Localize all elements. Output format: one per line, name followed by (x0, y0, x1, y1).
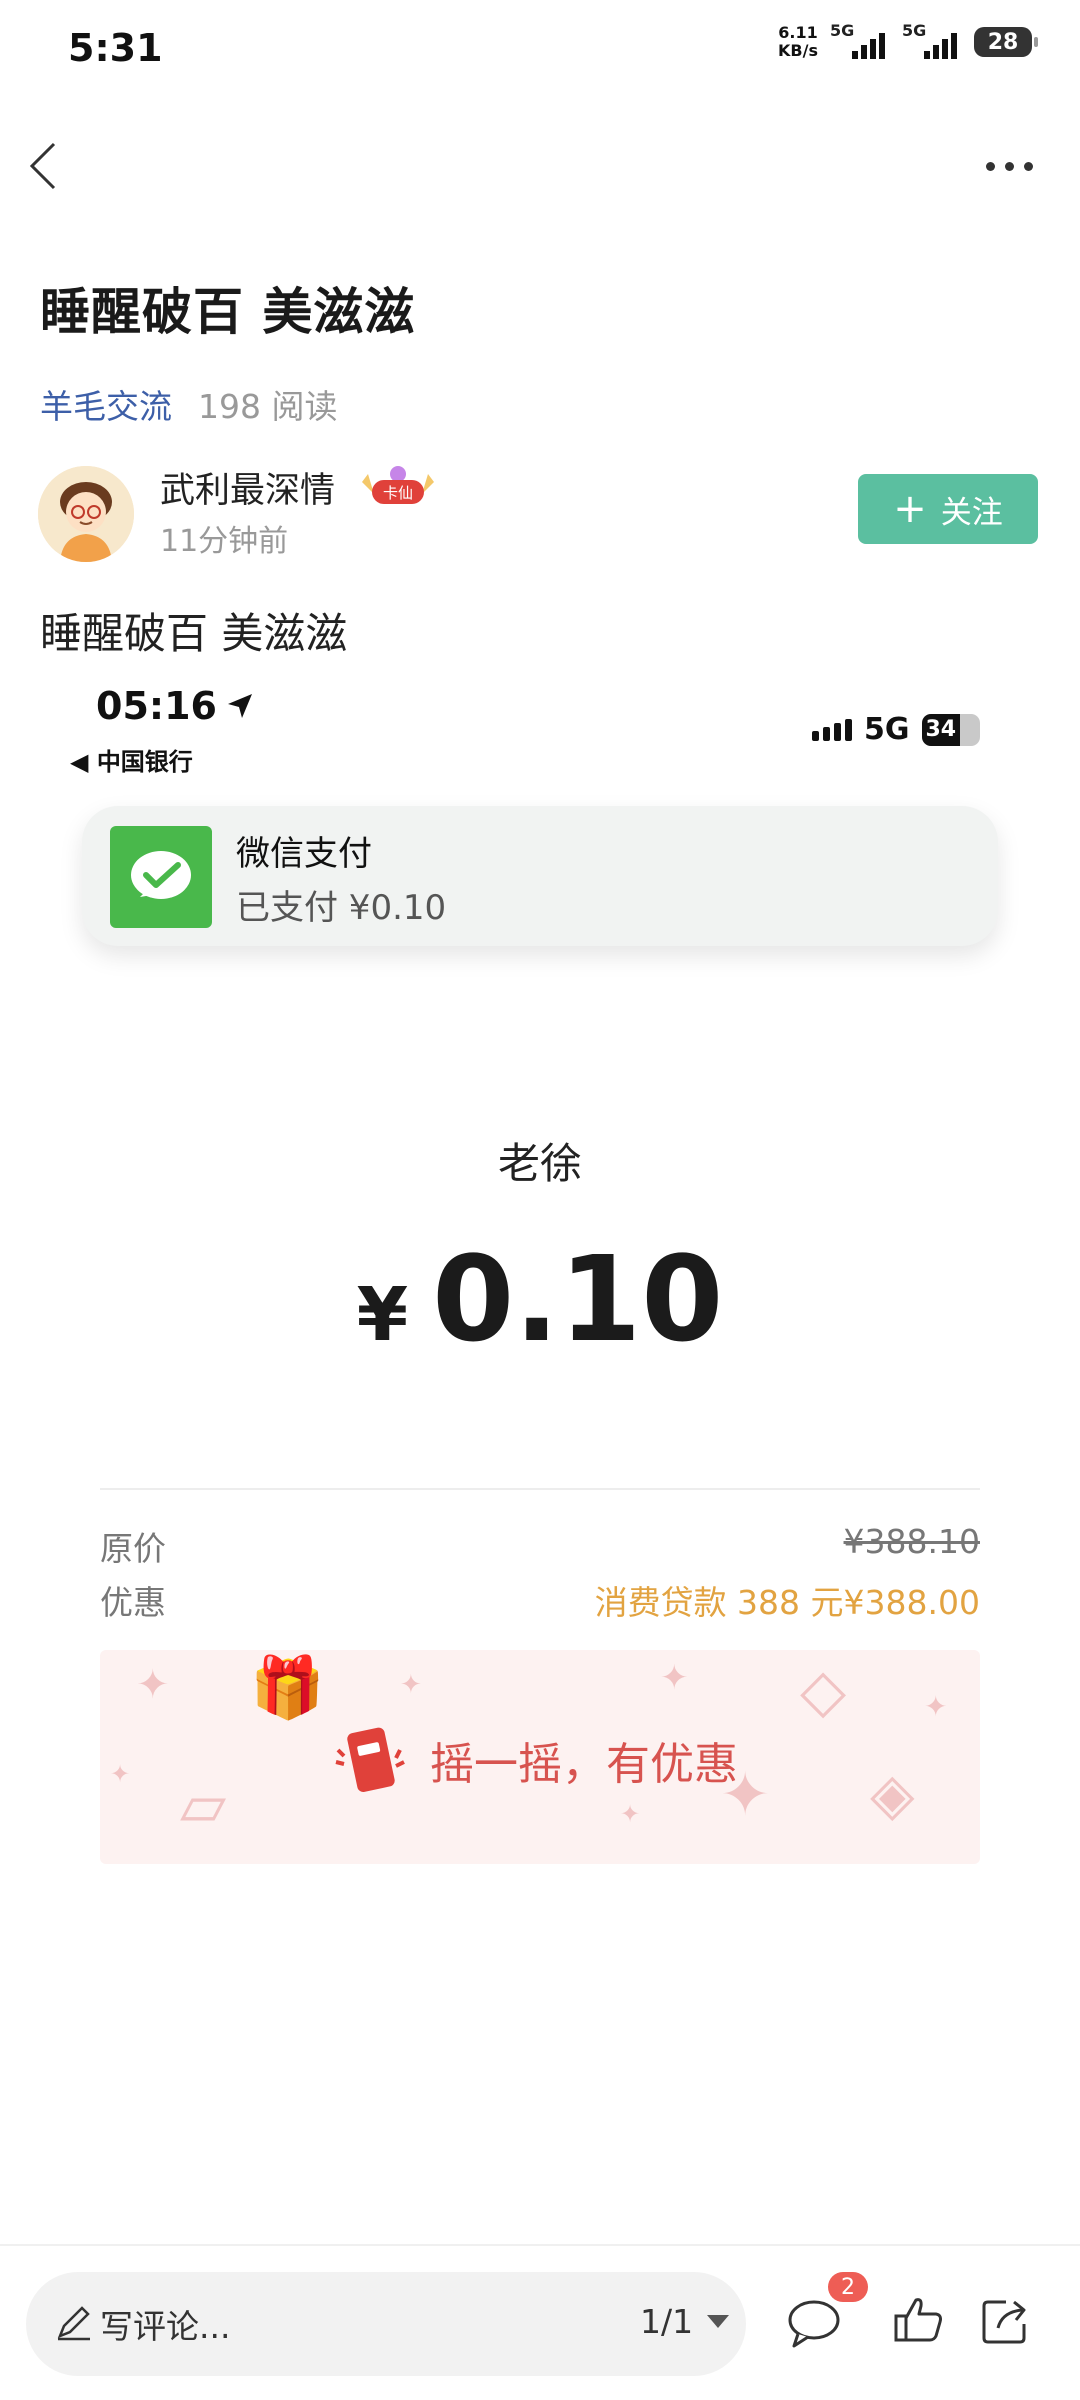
original-price-label: 原价 (100, 1529, 166, 1568)
chevron-down-icon (707, 2315, 730, 2328)
magnifier-card-icon: ◇ (800, 1656, 847, 1726)
screenshot-carrier: ◀ 中国银行 (70, 748, 193, 776)
bottom-bar-divider (0, 2244, 1080, 2246)
back-arrow-icon[interactable] (18, 136, 78, 196)
read-count: 198 阅读 (198, 387, 338, 426)
battery-icon: 28 (974, 27, 1038, 57)
follow-button[interactable]: + 关注 (858, 474, 1038, 544)
gift-icon: 🎁 (250, 1653, 325, 1723)
amount-divider (100, 1488, 980, 1490)
sparkle-icon: ✦ (924, 1690, 948, 1723)
payee-name: 老徐 (497, 1139, 582, 1188)
notification-title: 微信支付 (236, 834, 372, 874)
more-options-icon[interactable] (974, 146, 1044, 186)
net-speed: 6.11 KB/s (778, 23, 818, 60)
sparkle-icon: ✦ (400, 1670, 422, 1700)
status-icons: 6.11 KB/s 5G 5G 28 (778, 21, 1038, 60)
notification-body: 已支付 ¥0.10 (236, 888, 447, 928)
wechat-pay-icon (110, 826, 212, 928)
pencil-icon (57, 2306, 90, 2341)
post-body-text: 睡醒破百 美滋滋 (40, 609, 348, 658)
comment-icon[interactable] (784, 2292, 844, 2352)
page-indicator[interactable]: 1/1 (640, 2302, 730, 2341)
wechat-pay-notification (82, 806, 998, 946)
diamond-icon: ◈ (870, 1760, 915, 1828)
category-link[interactable]: 羊毛交流 (40, 380, 172, 428)
sparkle-icon: ✦ (110, 1760, 131, 1788)
level-badge-icon: 卡仙 (362, 466, 434, 504)
sparkle-icon: ✦ (660, 1658, 689, 1698)
payment-amount: ¥ 0.10 (356, 1230, 724, 1368)
sparkle-icon: ✦ (620, 1800, 641, 1828)
status-time: 5:31 (68, 26, 163, 70)
comment-placeholder[interactable]: 写评论... (100, 2300, 230, 2348)
sparkle-icon: ✦ (136, 1662, 170, 1708)
screenshot-time: 05:16 (96, 684, 255, 728)
shake-promo: 摇一摇，有优惠 (330, 1720, 738, 1800)
svg-text:卡仙: 卡仙 (383, 484, 413, 502)
signal-icon-sim2: 5G (902, 21, 962, 59)
screenshot-battery-icon: 34 (921, 713, 980, 746)
screenshot-status-icons: 5G 34 (812, 712, 980, 747)
screenshot-signal-icon (812, 718, 852, 741)
original-price-value: ¥388.10 (843, 1522, 980, 1561)
share-icon[interactable] (976, 2290, 1036, 2350)
discount-value: 消费贷款 388 元¥388.00 (594, 1583, 980, 1622)
coupon-icon: ▱ (180, 1770, 227, 1840)
shake-phone-icon (335, 1727, 405, 1792)
author-avatar[interactable] (38, 466, 134, 562)
location-arrow-icon (227, 694, 252, 718)
page-title: 睡醒破百 美滋滋 (40, 283, 416, 341)
post-meta: 羊毛交流 198 阅读 (40, 380, 337, 428)
signal-icon-sim1: 5G (830, 21, 890, 59)
post-time: 11分钟前 (160, 524, 289, 559)
discount-label: 优惠 (100, 1583, 166, 1622)
thumbs-up-icon[interactable] (888, 2290, 948, 2350)
comment-count-badge: 2 (828, 2272, 868, 2302)
author-name[interactable]: 武利最深情 (160, 462, 335, 513)
plus-icon: + (893, 486, 927, 532)
